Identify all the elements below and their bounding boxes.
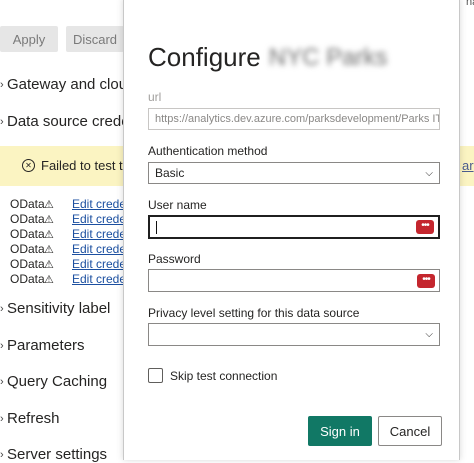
datasource-row: OData ⚠ Edit credent — [10, 227, 136, 241]
url-field: https://analytics.dev.azure.com/parksdev… — [148, 108, 440, 130]
skip-test-label: Skip test connection — [170, 368, 278, 383]
section-datasource[interactable]: › Data source crede — [0, 113, 130, 130]
password-input[interactable]: ••• — [148, 269, 440, 292]
configure-dialog: Configure NYC Parks url https://analytic… — [123, 0, 460, 460]
section-datasource-label: Data source crede — [7, 113, 130, 130]
skip-test-checkbox[interactable] — [148, 368, 163, 383]
dialog-title-redacted: NYC Parks — [268, 43, 388, 71]
url-value: https://analytics.dev.azure.com/parksdev… — [155, 113, 440, 125]
datasource-type: OData — [10, 272, 45, 286]
chevron-right-icon: › — [0, 375, 4, 388]
section-refresh[interactable]: › Refresh — [0, 410, 60, 427]
chevron-right-icon: › — [0, 448, 4, 461]
datasource-type: OData — [10, 242, 45, 256]
section-refresh-label: Refresh — [7, 410, 60, 427]
section-query-caching-label: Query Caching — [7, 373, 108, 390]
auth-method-value: Basic — [155, 166, 185, 180]
discard-button[interactable]: Discard — [66, 26, 124, 52]
chevron-right-icon: › — [0, 339, 4, 352]
section-gateway-label: Gateway and cloud — [7, 76, 136, 93]
auth-method-select[interactable]: Basic ⌵ — [148, 162, 440, 184]
chevron-down-icon: ⌵ — [425, 167, 433, 179]
cancel-button[interactable]: Cancel — [378, 416, 442, 446]
warning-link[interactable]: ar — [462, 158, 474, 173]
section-gateway[interactable]: › Gateway and cloud — [0, 76, 135, 93]
section-parameters-label: Parameters — [7, 337, 85, 354]
datasource-type: OData — [10, 197, 45, 211]
datasource-type: OData — [10, 227, 45, 241]
datasource-row: OData ⚠ Edit credent — [10, 242, 136, 256]
chevron-right-icon: › — [0, 78, 4, 91]
section-sensitivity-label: Sensitivity label — [7, 300, 111, 317]
section-server-settings-label: Server settings — [7, 446, 108, 463]
datasource-row: OData ⚠ Edit credent — [10, 257, 136, 271]
chevron-right-icon: › — [0, 302, 4, 315]
chevron-down-icon: ⌵ — [425, 329, 433, 340]
warning-triangle-icon: ⚠ — [44, 198, 54, 211]
section-sensitivity[interactable]: › Sensitivity label — [0, 300, 110, 317]
warning-message: ✕ Failed to test the — [22, 158, 137, 173]
warning-triangle-icon: ⚠ — [44, 213, 54, 226]
skip-test-connection[interactable]: Skip test connection — [148, 368, 277, 383]
password-manager-icon[interactable]: ••• — [416, 220, 434, 234]
apply-button[interactable]: Apply — [0, 26, 58, 52]
error-circle-icon: ✕ — [22, 159, 35, 172]
dialog-title-text: Configure — [148, 42, 261, 72]
datasource-row: OData ⚠ Edit credent — [10, 272, 136, 286]
chevron-right-icon: › — [0, 412, 4, 425]
chevron-down-icon: › — [0, 115, 4, 128]
warning-triangle-icon: ⚠ — [44, 273, 54, 286]
corner-text: ha — [466, 0, 474, 8]
datasource-type: OData — [10, 257, 45, 271]
dialog-title: Configure NYC Parks — [148, 42, 387, 73]
username-label: User name — [148, 198, 207, 212]
text-caret — [156, 220, 157, 234]
privacy-level-select[interactable]: ⌵ — [148, 323, 440, 346]
password-manager-icon[interactable]: ••• — [417, 273, 435, 288]
username-input[interactable]: ••• — [148, 215, 440, 239]
warning-triangle-icon: ⚠ — [44, 243, 54, 256]
section-query-caching[interactable]: › Query Caching — [0, 373, 107, 390]
datasource-row: OData ⚠ Edit credent — [10, 197, 136, 211]
auth-method-label: Authentication method — [148, 144, 268, 158]
datasource-type: OData — [10, 212, 45, 226]
section-parameters[interactable]: › Parameters — [0, 337, 85, 354]
warning-triangle-icon: ⚠ — [44, 228, 54, 241]
privacy-level-label: Privacy level setting for this data sour… — [148, 306, 360, 320]
datasource-row: OData ⚠ Edit credent — [10, 212, 136, 226]
warning-triangle-icon: ⚠ — [44, 258, 54, 271]
url-label: url — [148, 90, 162, 104]
password-label: Password — [148, 252, 201, 266]
sign-in-button[interactable]: Sign in — [308, 416, 372, 446]
section-server-settings[interactable]: › Server settings — [0, 446, 107, 463]
